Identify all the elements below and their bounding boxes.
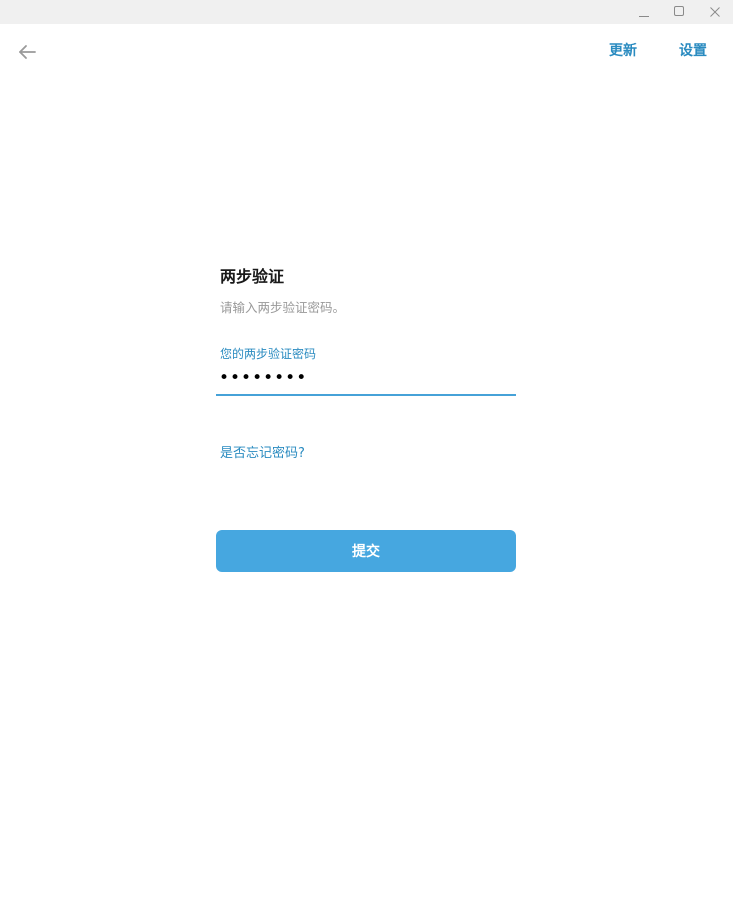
minimize-button[interactable]	[626, 0, 662, 24]
page-subtitle: 请输入两步验证密码。	[220, 300, 346, 315]
password-field-label: 您的两步验证密码	[220, 347, 317, 361]
minimize-icon	[639, 16, 649, 17]
password-input[interactable]	[216, 362, 516, 396]
update-button[interactable]: 更新	[609, 42, 637, 60]
maximize-button[interactable]	[661, 0, 697, 24]
arrow-left-icon	[19, 45, 36, 59]
forgot-password-link[interactable]: 是否忘记密码?	[220, 445, 305, 463]
close-icon	[710, 7, 720, 17]
settings-button[interactable]: 设置	[679, 42, 707, 60]
submit-button[interactable]: 提交	[216, 530, 516, 572]
page-title: 两步验证	[220, 267, 285, 286]
close-button[interactable]	[697, 0, 733, 24]
maximize-icon	[674, 6, 684, 16]
window-titlebar	[0, 0, 733, 24]
back-button[interactable]	[14, 38, 42, 66]
